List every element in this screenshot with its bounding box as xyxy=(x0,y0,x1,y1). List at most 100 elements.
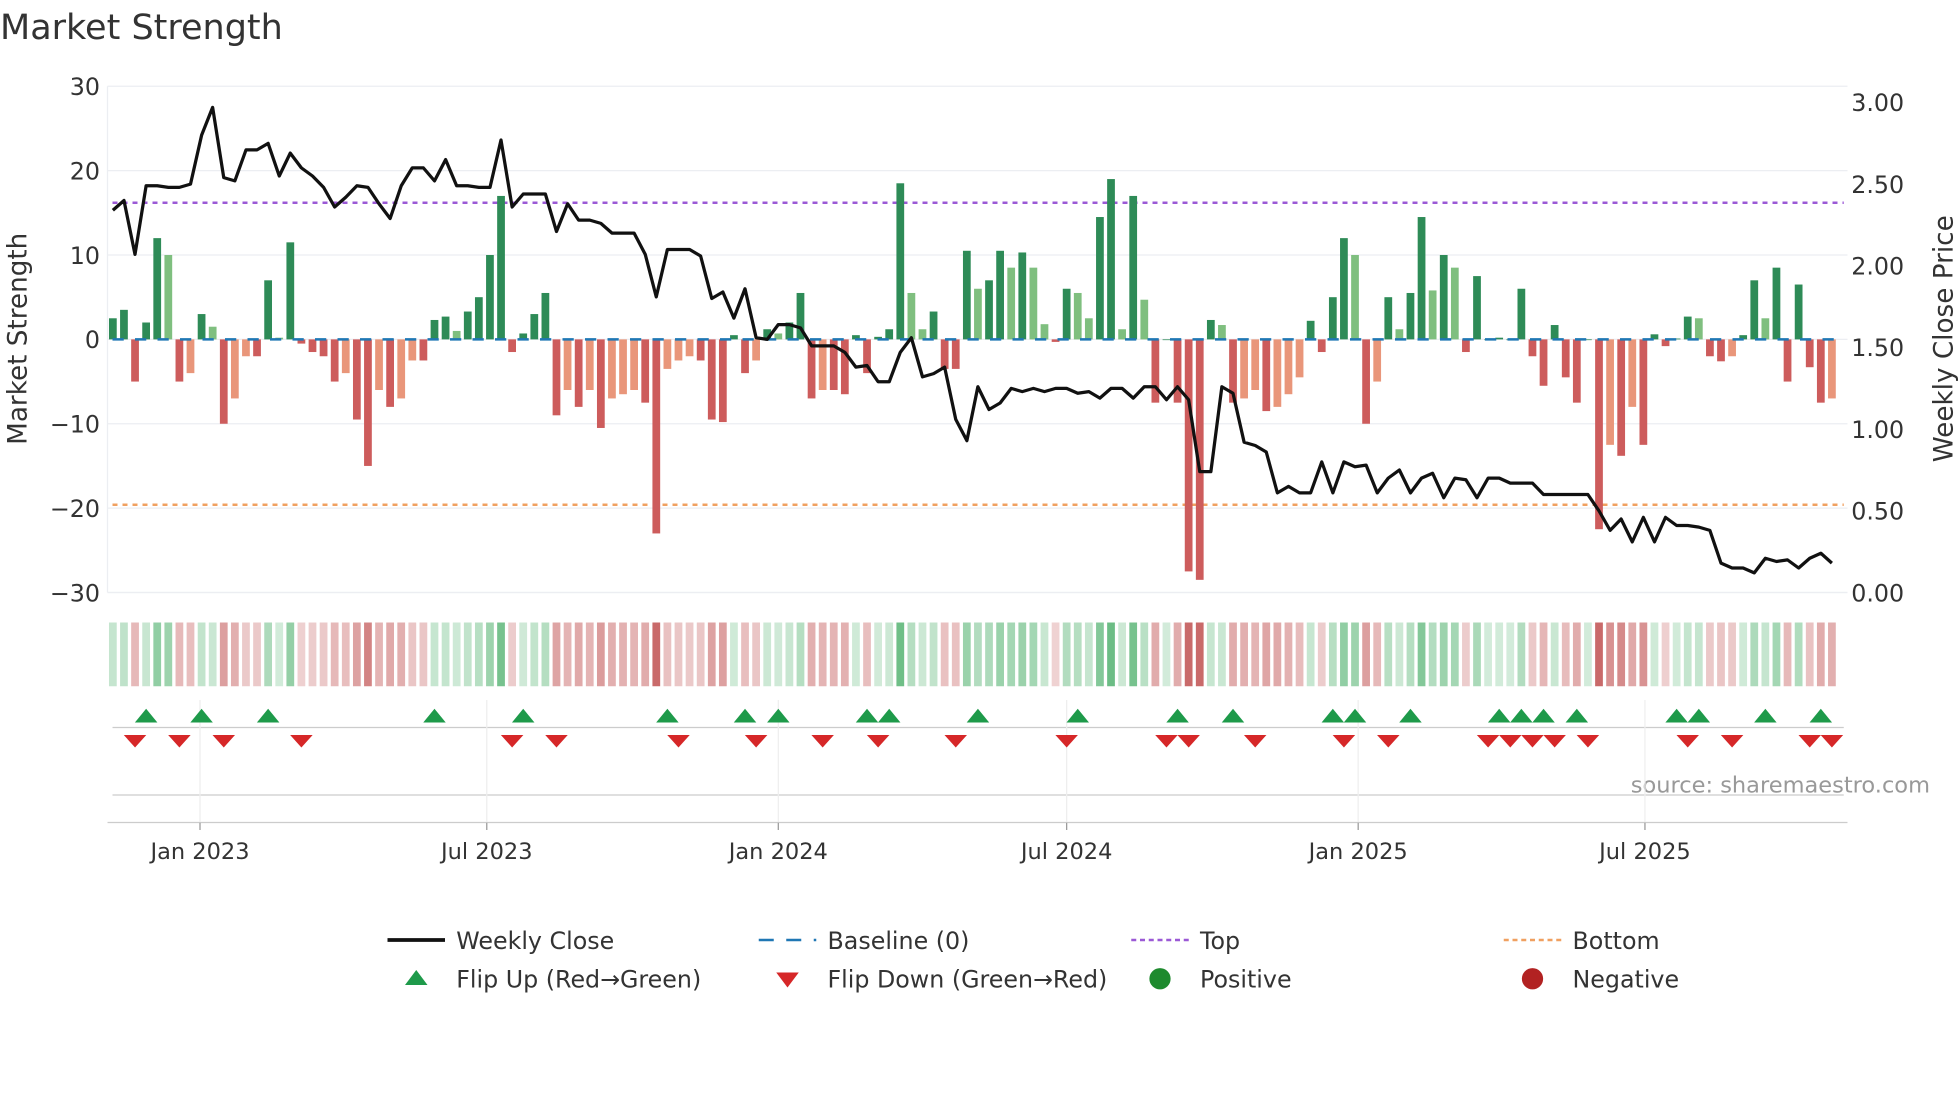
flip-up-marker xyxy=(1565,708,1589,723)
strength-bar xyxy=(1794,284,1803,340)
strength-bar xyxy=(1750,280,1759,340)
legend-label: Baseline (0) xyxy=(828,927,970,955)
flip-down-marker xyxy=(944,735,967,748)
strength-bar xyxy=(397,339,406,399)
flip-down-marker xyxy=(1576,735,1600,748)
strength-bar xyxy=(1096,217,1104,340)
flip-down-marker xyxy=(1155,735,1178,748)
flip-up-marker xyxy=(190,708,213,723)
strength-strip-cell xyxy=(108,622,117,687)
strength-strip-cell xyxy=(441,622,450,687)
strength-strip-cell xyxy=(1362,622,1370,687)
strength-bar xyxy=(1683,316,1692,340)
legend-label: Weekly Close xyxy=(456,927,614,955)
strength-strip-cell xyxy=(741,622,749,687)
strength-strip-cell xyxy=(1096,622,1104,687)
legend-label: Flip Up (Red→Green) xyxy=(456,966,701,994)
strength-strip-cell xyxy=(918,622,927,687)
strength-bar xyxy=(1417,217,1426,340)
strength-strip-cell xyxy=(1428,622,1437,687)
strength-bar xyxy=(1206,319,1215,340)
strength-strip-cell xyxy=(1129,622,1138,687)
strength-bar xyxy=(186,339,195,374)
strength-strip-cell xyxy=(951,622,960,687)
strength-bar xyxy=(1761,318,1770,340)
strength-strip-cell xyxy=(1029,622,1038,687)
strength-strip-cell xyxy=(186,622,195,687)
flip-down-marker xyxy=(1521,735,1544,748)
strength-strip-cell xyxy=(463,622,472,687)
strength-strip-cell xyxy=(1805,622,1814,687)
strength-strip-cell xyxy=(1672,622,1681,687)
strength-strip-cell xyxy=(1550,622,1559,687)
strength-strip-cell xyxy=(1584,622,1592,687)
strength-strip-cell xyxy=(596,622,605,687)
strength-strip-cell xyxy=(1118,622,1126,687)
flip-down-marker xyxy=(1377,735,1400,748)
legend-circle-icon xyxy=(1149,968,1171,990)
strength-bar xyxy=(408,339,417,361)
strength-strip-cell xyxy=(142,622,151,687)
strength-bar xyxy=(1084,318,1093,340)
strength-strip-cell xyxy=(1439,622,1448,687)
strength-strip-cell xyxy=(840,622,849,687)
strength-strip-cell xyxy=(1783,622,1792,687)
strength-bar xyxy=(419,339,428,361)
strength-strip-cell xyxy=(852,622,860,687)
strength-bar xyxy=(641,339,650,403)
strength-bar xyxy=(1495,337,1504,340)
strength-strip-cell xyxy=(1084,622,1093,687)
strength-strip-cell xyxy=(1184,622,1193,687)
strength-bar xyxy=(142,322,151,340)
strength-bar xyxy=(1029,267,1038,340)
strength-bar xyxy=(907,292,916,340)
strength-bar xyxy=(208,326,217,340)
strength-strip-cell xyxy=(1273,622,1282,687)
strength-strip-cell xyxy=(352,622,361,687)
strength-strip-cell xyxy=(1473,622,1481,687)
strength-strip-cell xyxy=(763,622,772,687)
strength-bar xyxy=(1572,339,1581,403)
legend-flip-down-icon xyxy=(776,972,799,988)
strength-strip-cell xyxy=(1340,622,1348,687)
y-tick-label: −20 xyxy=(50,495,100,523)
flip-down-marker xyxy=(1055,735,1078,748)
strength-bar xyxy=(1173,339,1182,403)
strength-strip-cell xyxy=(718,622,727,687)
strength-strip-cell xyxy=(574,622,583,687)
strength-bar xyxy=(1118,329,1126,340)
flip-up-marker xyxy=(511,708,535,723)
strength-strip-cell xyxy=(1750,622,1759,687)
flip-down-marker xyxy=(1798,735,1821,748)
flip-down-marker xyxy=(212,735,236,748)
strength-strip-cell xyxy=(696,622,705,687)
strength-bar xyxy=(530,314,539,340)
strength-bar xyxy=(430,319,439,340)
strength-strip-cell xyxy=(508,622,516,687)
strength-strip-cell xyxy=(1218,622,1226,687)
strength-strip-cell xyxy=(330,622,339,687)
strength-strip-cell xyxy=(1007,622,1016,687)
strength-bar xyxy=(1406,292,1415,340)
strength-bar xyxy=(1517,288,1526,340)
strength-strip-cell xyxy=(1495,622,1504,687)
strength-bar xyxy=(1694,318,1703,340)
flip-up-marker xyxy=(966,708,990,723)
strength-bar xyxy=(330,339,339,382)
strength-bar xyxy=(120,309,128,340)
flip-down-marker xyxy=(1177,735,1200,748)
strength-strip-cell xyxy=(829,622,838,687)
y-tick-label: 20 xyxy=(70,157,100,185)
strength-strip-cell xyxy=(685,622,694,687)
strength-strip-cell xyxy=(275,622,284,687)
strength-bar xyxy=(508,339,516,353)
flip-up-marker xyxy=(1510,708,1533,723)
strength-bar xyxy=(497,195,505,340)
strength-bar xyxy=(985,280,993,340)
strength-strip-cell xyxy=(1484,622,1492,687)
strength-strip-cell xyxy=(1539,622,1548,687)
strength-strip-cell xyxy=(1262,622,1271,687)
y2-tick-label: 2.00 xyxy=(1851,253,1904,281)
strength-strip-cell xyxy=(1728,622,1736,687)
strength-strip-cell xyxy=(1828,622,1836,687)
